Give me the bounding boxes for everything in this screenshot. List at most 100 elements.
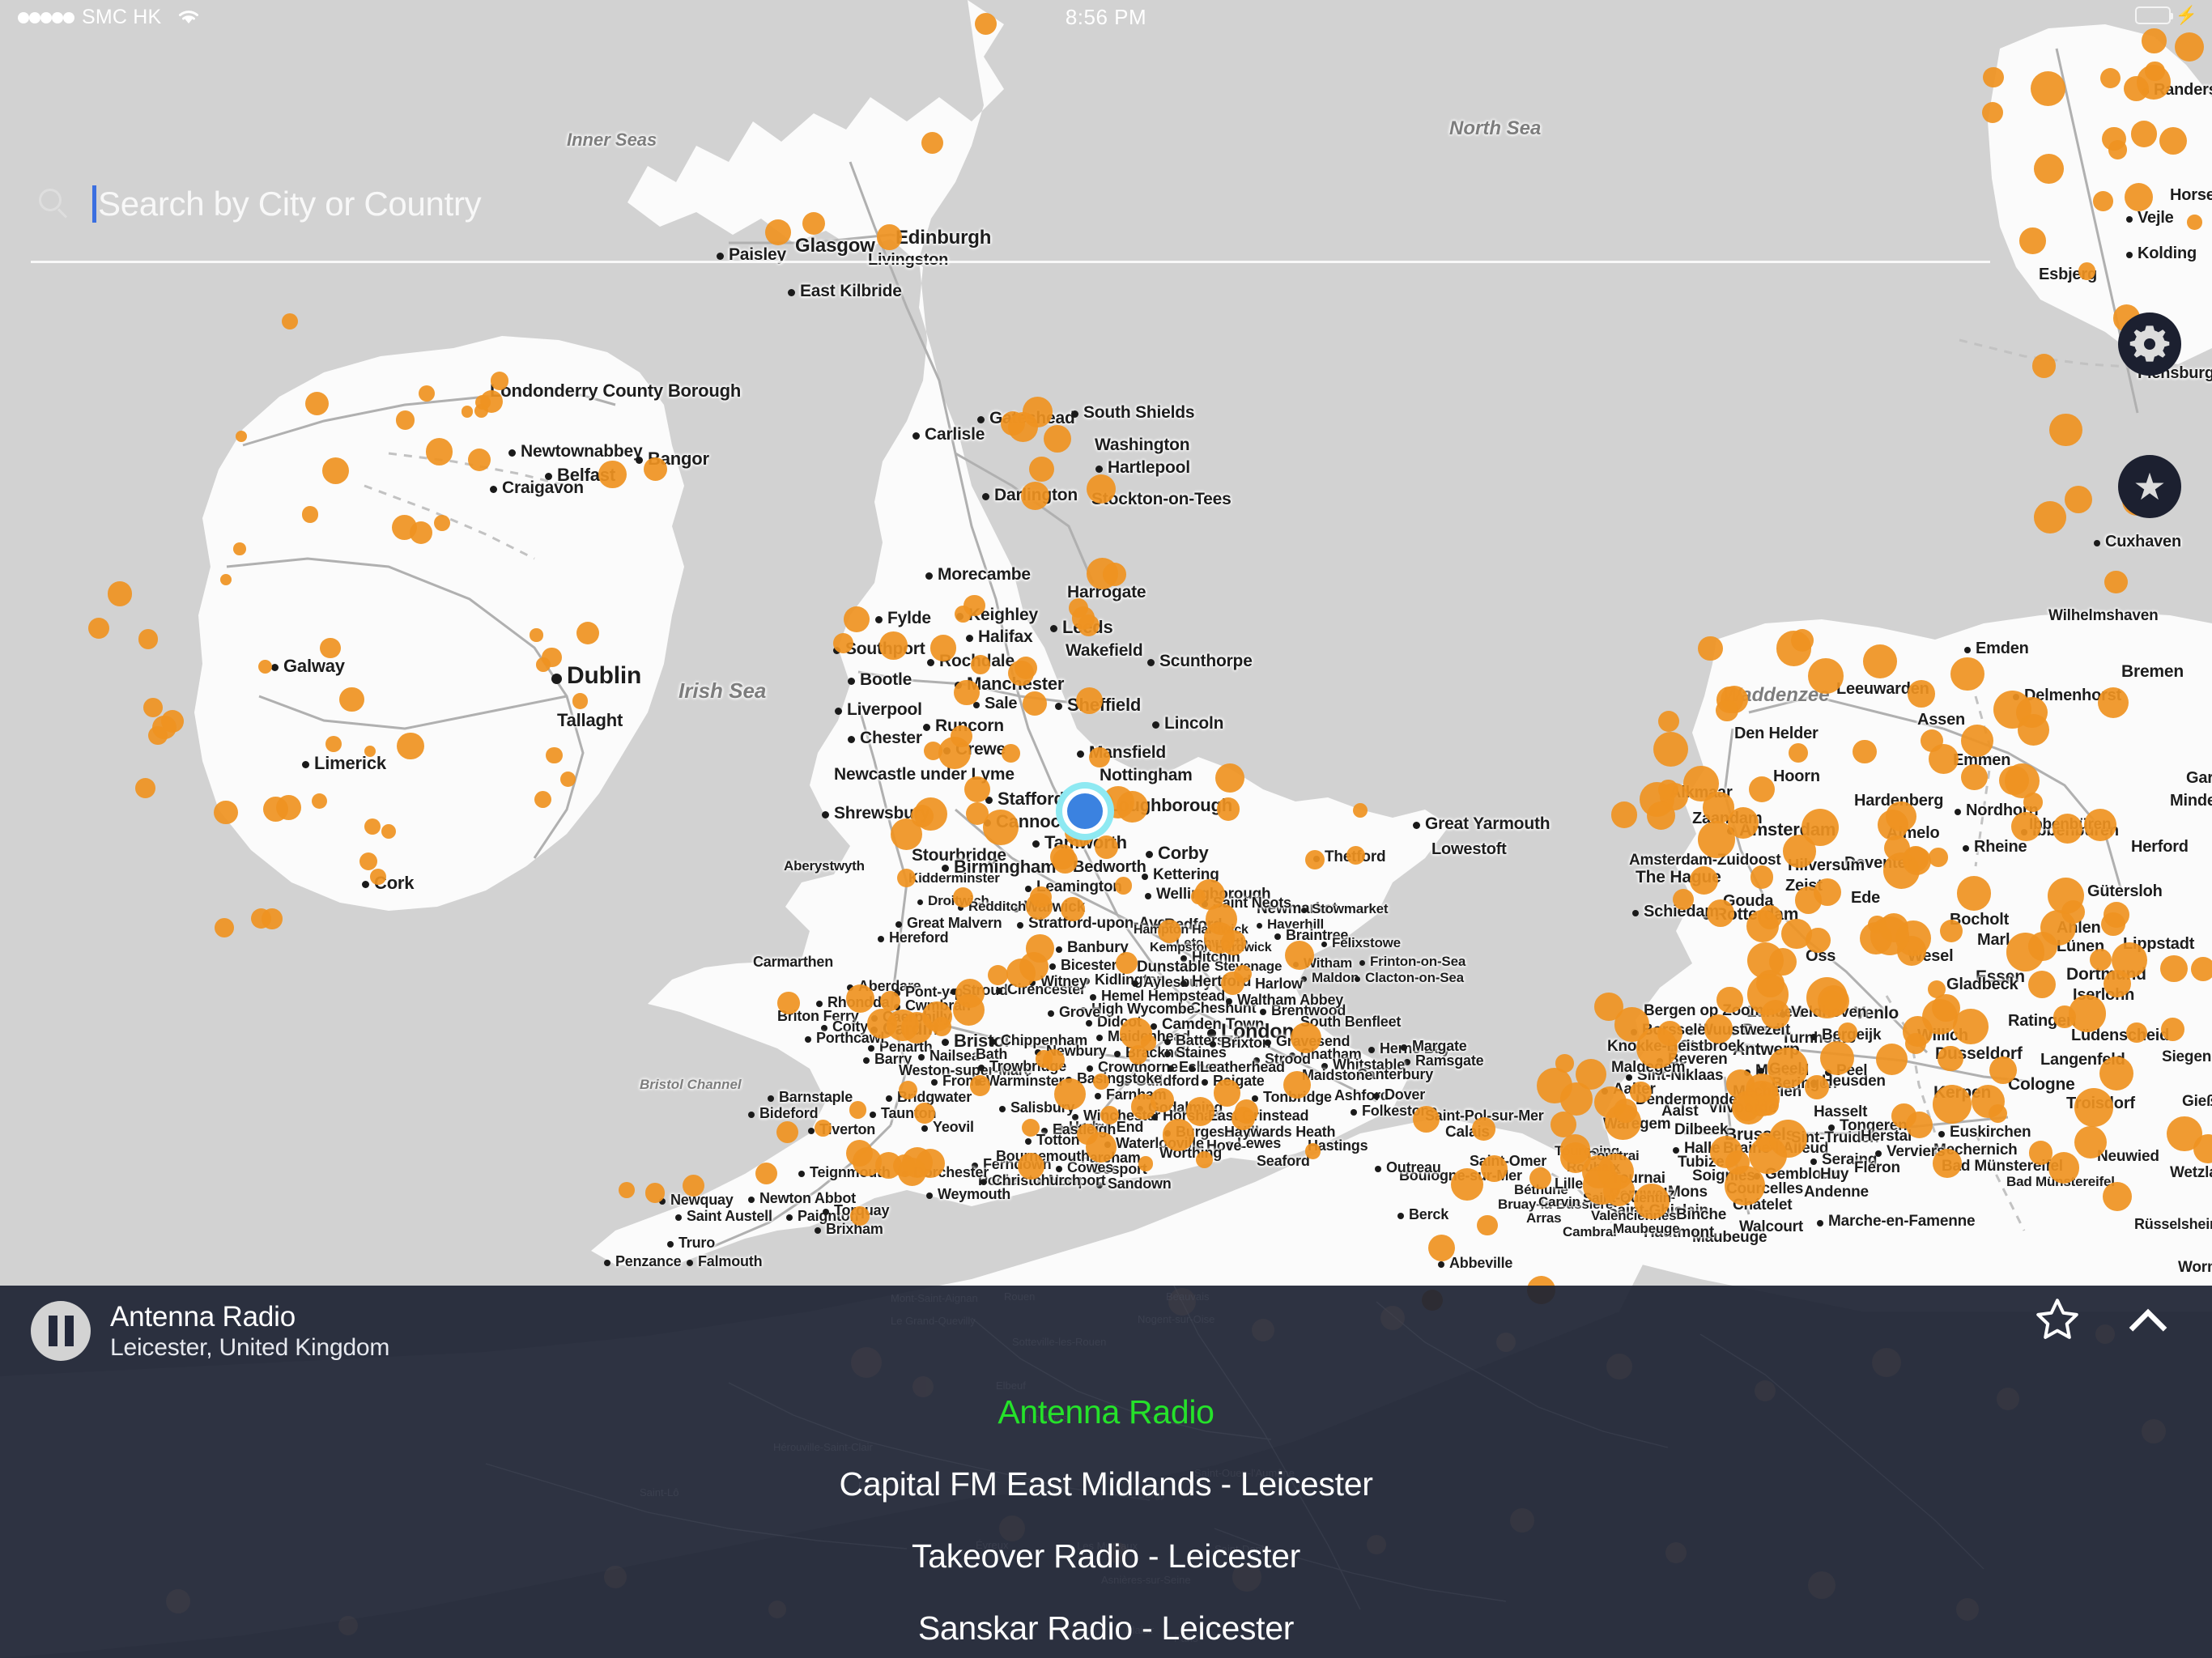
station-marker[interactable] xyxy=(369,869,386,886)
station-marker[interactable] xyxy=(2052,1005,2076,1028)
station-marker[interactable] xyxy=(618,1182,635,1199)
station-marker[interactable] xyxy=(1022,397,1053,427)
station-marker[interactable] xyxy=(1018,1153,1044,1180)
station-marker[interactable] xyxy=(1100,1105,1119,1124)
station-marker[interactable] xyxy=(1451,1167,1484,1201)
station-marker[interactable] xyxy=(1305,849,1325,869)
station-marker[interactable] xyxy=(2191,957,2212,982)
station-marker[interactable] xyxy=(833,633,854,654)
station-marker[interactable] xyxy=(1162,1119,1195,1151)
station-marker[interactable] xyxy=(1653,731,1689,767)
station-marker[interactable] xyxy=(1026,934,1054,963)
station-marker[interactable] xyxy=(1054,1078,1087,1110)
station-marker[interactable] xyxy=(2078,262,2095,280)
station-marker[interactable] xyxy=(897,868,917,887)
station-marker[interactable] xyxy=(1870,916,1909,955)
station-marker[interactable] xyxy=(1884,835,1910,861)
station-marker[interactable] xyxy=(559,771,576,788)
station-marker[interactable] xyxy=(2074,1125,2107,1158)
station-marker[interactable] xyxy=(364,818,381,835)
station-marker[interactable] xyxy=(1089,746,1111,768)
station-marker[interactable] xyxy=(160,709,185,733)
station-marker[interactable] xyxy=(777,992,800,1014)
station-marker[interactable] xyxy=(1093,1073,1109,1090)
station-marker[interactable] xyxy=(963,776,991,802)
station-marker[interactable] xyxy=(1115,877,1133,895)
station-marker[interactable] xyxy=(969,1075,990,1096)
station-marker[interactable] xyxy=(2160,954,2188,982)
station-marker[interactable] xyxy=(143,697,163,717)
station-marker[interactable] xyxy=(1939,919,1963,942)
station-marker[interactable] xyxy=(2187,215,2203,230)
station-marker[interactable] xyxy=(397,732,424,759)
station-marker[interactable] xyxy=(850,1205,870,1226)
station-marker[interactable] xyxy=(425,437,453,466)
station-marker[interactable] xyxy=(1304,1143,1321,1159)
station-marker[interactable] xyxy=(572,692,589,709)
station-marker[interactable] xyxy=(1747,974,1789,1015)
station-marker[interactable] xyxy=(2104,570,2128,593)
station-marker[interactable] xyxy=(1061,896,1085,921)
station-marker[interactable] xyxy=(433,515,450,532)
station-marker[interactable] xyxy=(1769,947,1797,976)
station-marker[interactable] xyxy=(1983,66,2004,88)
station-marker[interactable] xyxy=(1921,998,1958,1035)
station-marker[interactable] xyxy=(536,657,551,672)
station-marker[interactable] xyxy=(1704,1014,1733,1044)
station-marker[interactable] xyxy=(2047,878,2084,915)
station-marker[interactable] xyxy=(359,852,378,870)
station-marker[interactable] xyxy=(1863,644,1898,678)
expand-button[interactable] xyxy=(2121,1295,2175,1344)
station-marker[interactable] xyxy=(1593,992,1623,1022)
station-marker[interactable] xyxy=(1138,1155,1154,1171)
station-marker[interactable] xyxy=(1875,1043,1908,1076)
station-marker[interactable] xyxy=(1284,941,1315,971)
station-marker[interactable] xyxy=(262,796,289,822)
station-marker[interactable] xyxy=(1472,1117,1495,1141)
station-marker[interactable] xyxy=(2034,154,2064,184)
station-marker[interactable] xyxy=(1602,1174,1636,1206)
station-marker[interactable] xyxy=(1820,1040,1855,1075)
station-marker[interactable] xyxy=(302,506,319,523)
station-marker[interactable] xyxy=(1120,1018,1152,1050)
station-marker[interactable] xyxy=(983,809,1019,845)
station-marker[interactable] xyxy=(1781,918,1812,950)
station-marker[interactable] xyxy=(1094,835,1118,859)
station-marker[interactable] xyxy=(1938,1045,1963,1072)
station-marker[interactable] xyxy=(1950,657,1984,691)
station-marker[interactable] xyxy=(1929,743,1959,774)
station-marker[interactable] xyxy=(1214,763,1244,793)
station-marker[interactable] xyxy=(1998,765,2029,796)
station-marker[interactable] xyxy=(2123,75,2149,101)
station-marker[interactable] xyxy=(1804,1074,1829,1099)
station-marker[interactable] xyxy=(1117,791,1148,823)
station-marker[interactable] xyxy=(258,659,273,674)
station-marker[interactable] xyxy=(2028,970,2057,998)
station-marker[interactable] xyxy=(929,634,957,661)
station-marker[interactable] xyxy=(1029,886,1052,908)
station-marker[interactable] xyxy=(879,990,900,1011)
station-marker[interactable] xyxy=(1953,1009,1989,1044)
station-marker[interactable] xyxy=(233,542,246,555)
station-marker[interactable] xyxy=(2099,68,2121,89)
station-marker[interactable] xyxy=(138,629,159,649)
station-marker[interactable] xyxy=(2099,1056,2133,1090)
station-marker[interactable] xyxy=(490,372,509,390)
station-marker[interactable] xyxy=(914,1102,936,1124)
station-marker[interactable] xyxy=(1769,1120,1807,1158)
station-marker[interactable] xyxy=(1908,680,1936,708)
station-marker[interactable] xyxy=(2167,1116,2202,1151)
station-marker[interactable] xyxy=(1709,1135,1742,1168)
station-marker[interactable] xyxy=(1477,1214,1498,1235)
station-marker[interactable] xyxy=(304,392,329,416)
station-marker[interactable] xyxy=(2074,1087,2113,1127)
station-marker[interactable] xyxy=(843,606,870,632)
station-marker[interactable] xyxy=(2019,227,2046,254)
station-marker[interactable] xyxy=(2052,813,2082,844)
station-marker[interactable] xyxy=(1346,846,1365,865)
station-marker[interactable] xyxy=(682,1174,704,1197)
station-marker[interactable] xyxy=(1158,920,1182,944)
station-marker[interactable] xyxy=(2159,127,2188,155)
station-marker[interactable] xyxy=(2089,948,2112,971)
station-marker[interactable] xyxy=(214,918,234,938)
